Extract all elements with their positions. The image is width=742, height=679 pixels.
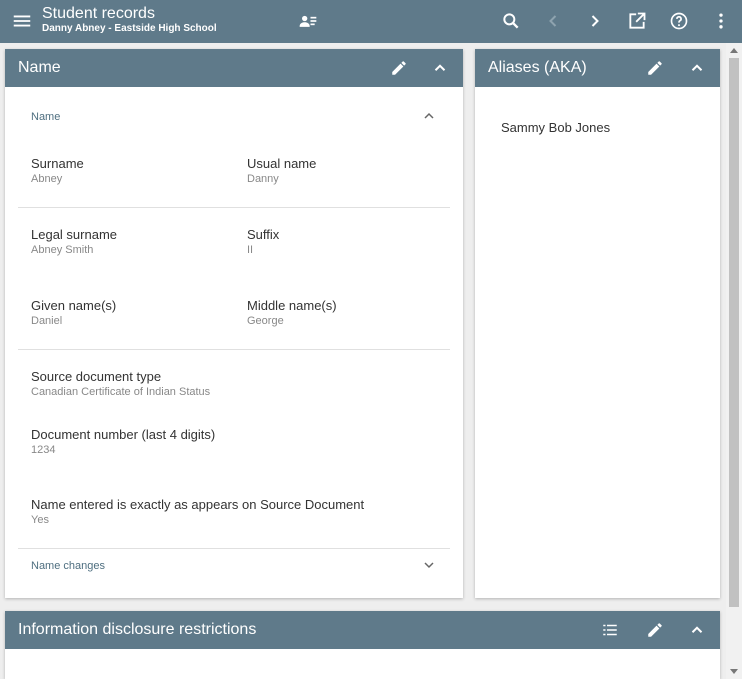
- usual-name-label: Usual name: [247, 156, 317, 171]
- divider: [18, 548, 450, 549]
- source-doc-value: Canadian Certificate of Indian Status: [31, 386, 211, 398]
- surname-label: Surname: [31, 156, 84, 171]
- chevron-up-icon[interactable]: [421, 108, 437, 124]
- collapse-icon[interactable]: [686, 57, 708, 79]
- name-card-title: Name: [18, 59, 61, 76]
- collapse-icon[interactable]: [686, 619, 708, 641]
- divider: [18, 349, 450, 350]
- chevron-left-icon[interactable]: [541, 9, 565, 33]
- more-vert-icon[interactable]: [709, 9, 733, 33]
- edit-icon[interactable]: [388, 57, 410, 79]
- app-title: Student records: [42, 5, 155, 22]
- suffix-label: Suffix: [247, 227, 280, 242]
- disclosure-card-title: Information disclosure restrictions: [18, 621, 257, 638]
- scrollbar-thumb[interactable]: [729, 58, 739, 607]
- edit-icon[interactable]: [644, 619, 666, 641]
- chevron-right-icon[interactable]: [583, 9, 607, 33]
- given-names-label: Given name(s): [31, 298, 117, 313]
- aliases-card: Aliases (AKA) Sammy Bob Jones: [475, 49, 720, 598]
- aliases-card-title: Aliases (AKA): [488, 59, 587, 76]
- disclosure-card-header: Information disclosure restrictions: [5, 611, 720, 649]
- aliases-card-header: Aliases (AKA): [475, 49, 720, 87]
- open-in-new-icon[interactable]: [625, 9, 649, 33]
- divider: [18, 207, 450, 208]
- name-card: Name Name Surname Abney Usual name Danny…: [5, 49, 463, 598]
- name-card-header: Name: [5, 49, 463, 87]
- middle-names-label: Middle name(s): [247, 298, 337, 313]
- exact-match-value: Yes: [31, 514, 49, 526]
- exact-match-label: Name entered is exactly as appears on So…: [31, 497, 365, 512]
- disclosure-card: Information disclosure restrictions: [5, 611, 720, 679]
- collapse-icon[interactable]: [429, 57, 451, 79]
- surname-value: Abney: [31, 173, 63, 185]
- doc-number-label: Document number (last 4 digits): [31, 427, 216, 442]
- alias-item: Sammy Bob Jones: [501, 120, 611, 135]
- chevron-down-icon[interactable]: [421, 557, 437, 573]
- legal-surname-label: Legal surname: [31, 227, 117, 242]
- page-scrollbar[interactable]: [726, 43, 742, 679]
- menu-icon[interactable]: [11, 10, 33, 32]
- usual-name-value: Danny: [247, 173, 279, 185]
- section-name-header[interactable]: Name: [31, 111, 60, 123]
- app-bar: Student records Danny Abney - Eastside H…: [0, 0, 742, 43]
- list-icon[interactable]: [599, 619, 621, 641]
- section-name-changes-header[interactable]: Name changes: [31, 560, 105, 572]
- scroll-up-arrow[interactable]: [730, 48, 738, 53]
- doc-number-value: 1234: [31, 444, 56, 456]
- scroll-down-arrow[interactable]: [730, 669, 738, 674]
- source-doc-label: Source document type: [31, 369, 162, 384]
- legal-surname-value: Abney Smith: [31, 244, 94, 256]
- given-names-value: Daniel: [31, 315, 63, 327]
- edit-icon[interactable]: [644, 57, 666, 79]
- student-card-icon[interactable]: [296, 9, 320, 33]
- search-icon[interactable]: [499, 9, 523, 33]
- suffix-value: II: [247, 244, 254, 256]
- app-subtitle: Danny Abney - Eastside High School: [42, 23, 217, 34]
- middle-names-value: George: [247, 315, 284, 327]
- help-icon[interactable]: [667, 9, 691, 33]
